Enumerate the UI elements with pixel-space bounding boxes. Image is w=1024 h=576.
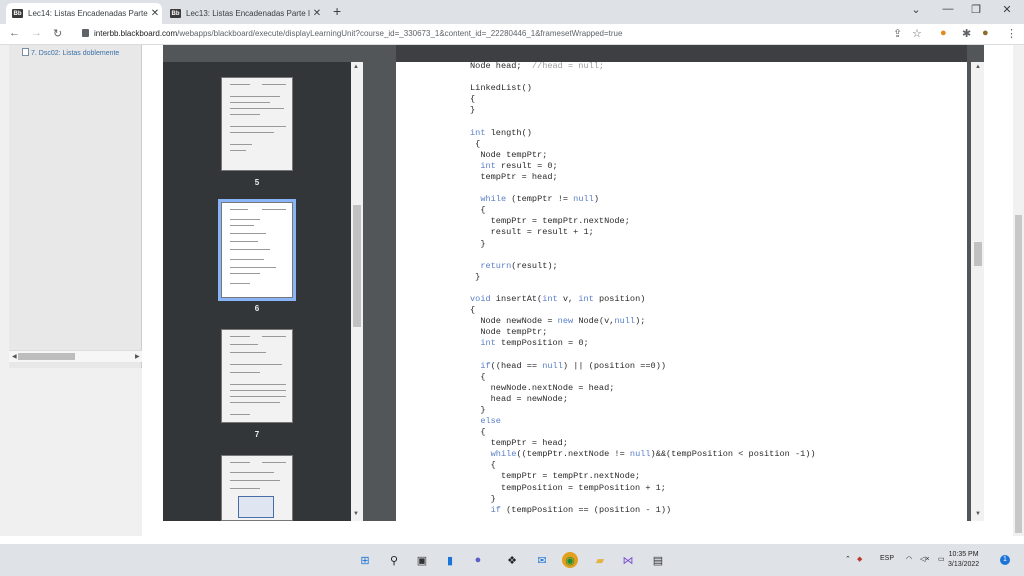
dropbox-icon[interactable]: ❖: [504, 552, 520, 568]
course-menu-panel: [9, 45, 142, 368]
forward-arrow-icon[interactable]: →: [31, 27, 42, 39]
volume-icon[interactable]: ◁×: [920, 555, 929, 563]
page-thumbnail-8[interactable]: [221, 455, 293, 521]
widgets-icon[interactable]: ▮: [442, 552, 458, 568]
windows-taskbar: ⊞ ⚲ ▣ ▮ ● ❖ ✉ ◉ ▰ ⋈ ▤ ⌃ ◆ ESP ◠ ◁× ▭ 10:…: [0, 544, 1024, 576]
close-window-icon[interactable]: ✕: [997, 3, 1017, 16]
sidebar-item-dsc02[interactable]: 7. Dsc02: Listas doblemente: [22, 48, 119, 57]
restore-icon[interactable]: ❐: [966, 3, 986, 16]
document-scrollbar-thumb[interactable]: [974, 242, 982, 266]
chat-icon[interactable]: ●: [470, 552, 486, 568]
task-view-icon[interactable]: ▣: [414, 552, 430, 568]
language-indicator[interactable]: ESP: [880, 555, 894, 562]
page-number: 5: [254, 178, 260, 187]
search-icon[interactable]: ⚲: [386, 552, 402, 568]
minimize-icon[interactable]: —: [938, 3, 958, 15]
close-tab-icon[interactable]: ✕: [148, 8, 162, 19]
extensions-puzzle-icon[interactable]: ✱: [962, 27, 971, 40]
extension-icon[interactable]: ●: [940, 27, 947, 39]
tab-search-chevron-icon[interactable]: ⌄: [906, 3, 926, 16]
bookmark-star-icon[interactable]: ☆: [912, 27, 922, 40]
window-scrollbar-thumb[interactable]: [1015, 215, 1022, 533]
tab-lec13[interactable]: Bb Lec13: Listas Encadenadas Parte I ✕: [164, 3, 324, 24]
thumbnail-scrollbar-thumb[interactable]: [353, 205, 361, 327]
scroll-down-icon[interactable]: ▼: [975, 511, 981, 517]
scroll-right-icon[interactable]: ▶: [135, 353, 140, 360]
pdf-toolbar-strip: [396, 45, 967, 62]
document-scrollbar[interactable]: [971, 62, 984, 521]
sidebar-item-label: 7. Dsc02: Listas doblemente: [31, 50, 120, 57]
page-number: 7: [254, 430, 260, 439]
page-thumbnail-6[interactable]: [218, 199, 296, 301]
clock[interactable]: 10:35 PM 3/13/2022: [948, 550, 979, 570]
security-icon[interactable]: ◆: [857, 555, 862, 563]
new-tab-button[interactable]: +: [333, 4, 341, 18]
back-arrow-icon[interactable]: ←: [9, 27, 20, 39]
lock-icon: [82, 29, 89, 37]
show-hidden-icons-icon[interactable]: ⌃: [845, 555, 851, 563]
address-bar[interactable]: interbb.blackboard.com/webapps/blackboar…: [94, 29, 622, 38]
tab-title: Lec14: Listas Encadenadas Parte I: [28, 9, 148, 18]
horizontal-scrollbar-thumb[interactable]: [18, 353, 75, 360]
profile-avatar[interactable]: ●: [982, 27, 989, 39]
page-number: 6: [254, 304, 260, 313]
share-icon[interactable]: ⇪: [893, 27, 902, 40]
file-explorer-icon[interactable]: ▰: [592, 552, 608, 568]
wifi-icon[interactable]: ◠: [906, 555, 912, 563]
tab-title: Lec13: Listas Encadenadas Parte I: [186, 9, 310, 18]
scroll-down-icon[interactable]: ▼: [353, 511, 359, 517]
tab-lec14[interactable]: Bb Lec14: Listas Encadenadas Parte I ✕: [6, 3, 162, 24]
close-tab-icon[interactable]: ✕: [310, 8, 324, 19]
battery-icon[interactable]: ▭: [938, 555, 945, 563]
scroll-left-icon[interactable]: ◀: [12, 353, 17, 360]
url-path: /webapps/blackboard/execute/displayLearn…: [177, 29, 623, 38]
chrome-icon[interactable]: ◉: [562, 552, 578, 568]
visual-studio-icon[interactable]: ⋈: [620, 552, 636, 568]
browser-menu-icon[interactable]: ⋮: [1006, 27, 1017, 40]
blackboard-favicon-icon: Bb: [170, 9, 181, 18]
clock-date: 3/13/2022: [948, 561, 980, 568]
mail-icon[interactable]: ✉: [534, 552, 550, 568]
notification-badge[interactable]: 1: [1000, 555, 1010, 565]
reload-icon[interactable]: ↻: [53, 27, 62, 40]
scroll-up-icon[interactable]: ▲: [353, 64, 359, 70]
code-block: Node head; //head = null; LinkedList() {…: [470, 62, 816, 515]
page-thumbnail-7[interactable]: [221, 329, 293, 423]
blackboard-favicon-icon: Bb: [12, 9, 23, 18]
document-icon: [22, 48, 29, 56]
url-host: interbb.blackboard.com: [94, 29, 178, 38]
browser-toolbar: ← → ↻ interbb.blackboard.com/webapps/bla…: [0, 24, 1024, 45]
clock-time: 10:35 PM: [948, 551, 979, 558]
scroll-up-icon[interactable]: ▲: [975, 64, 981, 70]
browser-tab-bar: Bb Lec14: Listas Encadenadas Parte I ✕ B…: [0, 0, 1024, 24]
thumbnail-pane: 5 6 7: [163, 62, 351, 521]
page-thumbnail-5[interactable]: [221, 77, 293, 171]
windows-start-icon[interactable]: ⊞: [357, 552, 373, 568]
store-icon[interactable]: ▤: [650, 552, 666, 568]
pdf-page: Node head; //head = null; LinkedList() {…: [396, 62, 967, 521]
